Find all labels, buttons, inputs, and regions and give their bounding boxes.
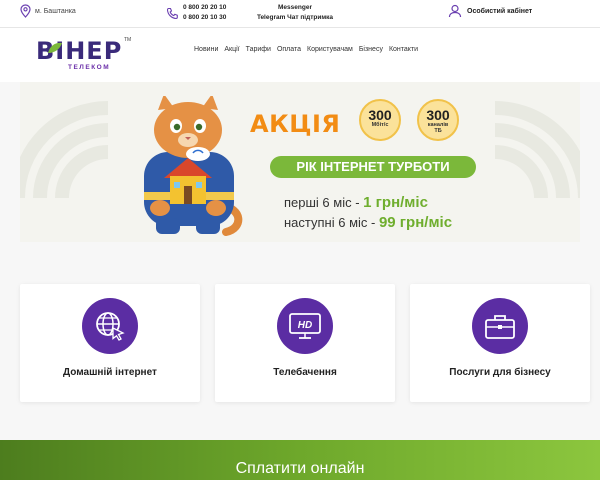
nav-contacts[interactable]: Контакти: [389, 46, 418, 53]
cat-mascot-illustration: [144, 96, 243, 236]
briefcase-icon: [485, 315, 515, 339]
speed-value: 300: [368, 107, 392, 123]
top-bar: м. Баштанка 0 800 20 20 10 0 800 20 10 3…: [0, 0, 600, 28]
price-line-next-prefix: наступні 6 міс -: [284, 215, 379, 230]
pay-online-label: Сплатити онлайн: [235, 460, 365, 477]
hd-tv-icon: HD: [289, 313, 321, 339]
telegram-link[interactable]: Telegram Чат підтримка: [249, 13, 341, 23]
location-text: м. Баштанка: [35, 7, 76, 15]
logo[interactable]: ВІНЕР ТЕЛЕКОМ TM: [36, 36, 132, 74]
logo-subtext: ТЕЛЕКОМ: [68, 64, 111, 71]
phone-number-2[interactable]: 0 800 20 10 30: [183, 13, 226, 23]
personal-cabinet-link[interactable]: Особистий кабінет: [448, 4, 532, 18]
map-pin-icon: [20, 4, 31, 18]
leaf-icon: [48, 42, 62, 53]
messenger-link[interactable]: Messenger: [249, 3, 341, 13]
svg-text:HD: HD: [298, 320, 312, 331]
wifi-background-icon-right: [494, 101, 580, 199]
service-card-label: Домашній інтернет: [63, 367, 157, 378]
header: ВІНЕР ТЕЛЕКОМ TM Новини Акції Тарифи Опл…: [0, 28, 600, 82]
channels-badge: 300 каналів ТБ: [417, 99, 459, 141]
icon-circle: [82, 298, 138, 354]
phones: 0 800 20 20 10 0 800 20 10 30: [166, 3, 226, 23]
trademark: TM: [124, 37, 132, 43]
service-card-business[interactable]: Послуги для бізнесу: [410, 284, 590, 402]
price-line-first: перші 6 міс - 1 грн/міс: [284, 194, 428, 211]
nav-tariffs[interactable]: Тарифи: [246, 46, 271, 53]
service-card-internet[interactable]: Домашній інтернет: [20, 284, 200, 402]
price-line-next: наступні 6 міс - 99 грн/міс: [284, 214, 452, 231]
service-card-label: Телебачення: [273, 367, 337, 378]
nav-promotions[interactable]: Акції: [224, 46, 239, 53]
nav-business[interactable]: Бізнесу: [359, 46, 383, 53]
service-card-tv[interactable]: HD Телебачення: [215, 284, 395, 402]
cabinet-label: Особистий кабінет: [467, 7, 533, 15]
promo-ribbon: РІК ІНТЕРНЕТ ТУРБОТИ: [270, 156, 476, 178]
support-links: Messenger Telegram Чат підтримка: [249, 3, 341, 23]
promo-banner[interactable]: АКЦІЯ 300 Мбіт/с + 300 каналів ТБ РІК ІН…: [20, 82, 580, 242]
user-icon: [448, 4, 462, 18]
service-card-label: Послуги для бізнесу: [449, 367, 551, 378]
icon-circle: HD: [277, 298, 333, 354]
location[interactable]: м. Баштанка: [20, 4, 76, 18]
speed-unit: Мбіт/с: [371, 122, 389, 128]
channels-value: 300: [426, 107, 450, 123]
globe-cursor-icon: [96, 312, 125, 341]
phone-icon: [166, 7, 178, 19]
price-next-value: 99 грн/міс: [378, 214, 453, 231]
nav-payment[interactable]: Оплата: [277, 46, 301, 53]
main-nav: Новини Акції Тарифи Оплата Користувачам …: [194, 46, 418, 53]
nav-news[interactable]: Новини: [194, 46, 218, 53]
phone-number-1[interactable]: 0 800 20 20 10: [183, 3, 226, 13]
icon-circle: [472, 298, 528, 354]
nav-users[interactable]: Користувачам: [307, 46, 353, 53]
wifi-background-icon: [20, 101, 109, 199]
channels-unit-tv: ТБ: [434, 128, 442, 134]
speed-badge: 300 Мбіт/с: [359, 99, 401, 141]
pay-online-button[interactable]: Сплатити онлайн: [0, 440, 600, 480]
promo-title: АКЦІЯ: [250, 110, 341, 138]
price-first-value: 1 грн/міс: [363, 194, 428, 211]
price-line-first-prefix: перші 6 міс -: [284, 195, 364, 210]
